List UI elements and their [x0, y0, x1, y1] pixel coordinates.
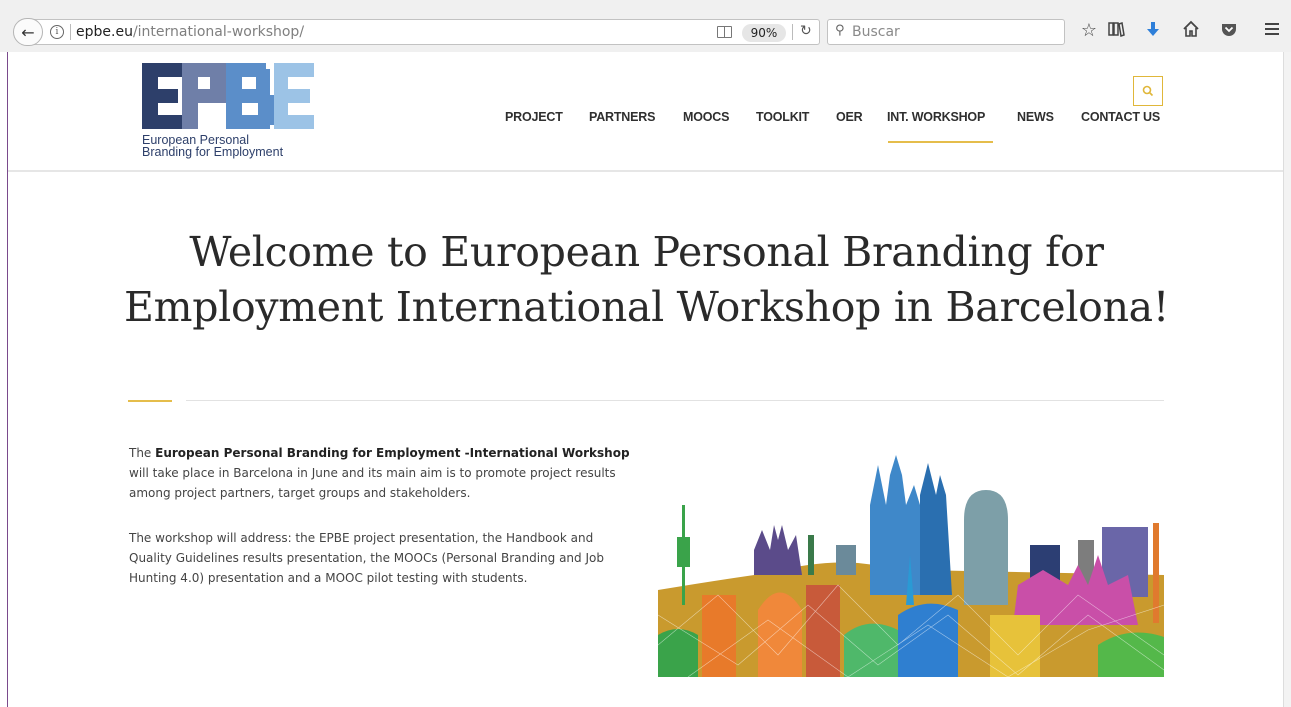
title-divider	[186, 400, 1164, 401]
epbe-logo-mark	[142, 63, 314, 129]
nav-active-underline	[888, 141, 993, 143]
reload-icon[interactable]: ↻	[800, 23, 812, 39]
intro-paragraph: The European Personal Branding for Emplo…	[129, 443, 639, 503]
bookmark-star-icon[interactable]: ☆	[1077, 20, 1101, 42]
info-icon[interactable]: i	[50, 25, 64, 39]
logo-caption-line2: Branding for Employment	[142, 145, 284, 159]
menu-hamburger-icon[interactable]	[1260, 20, 1284, 44]
downloads-icon[interactable]	[1141, 20, 1165, 44]
nav-int-workshop[interactable]: INT. WORKSHOP	[887, 110, 985, 128]
site-header: European Personal Branding for Employmen…	[8, 52, 1283, 172]
browser-search-field[interactable]: ⚲ Buscar	[827, 19, 1065, 45]
barcelona-skyline-image	[658, 455, 1164, 677]
reader-view-icon[interactable]	[717, 26, 732, 38]
zoom-level-button[interactable]: 90%	[742, 24, 786, 42]
nav-partners[interactable]: PARTNERS	[589, 110, 655, 128]
page-title: Welcome to European Personal Branding fo…	[124, 228, 1169, 331]
title-accent-line	[128, 400, 172, 402]
site-search-button[interactable]	[1133, 76, 1163, 106]
back-button[interactable]: ←	[13, 18, 43, 46]
logo-caption: European Personal Branding for Employmen…	[142, 134, 284, 159]
intro-rest: will take place in Barcelona in June and…	[129, 466, 616, 500]
intro-prefix: The	[129, 446, 156, 460]
nav-moocs[interactable]: MOOCS	[683, 110, 729, 128]
url-bar[interactable]: i epbe.eu/international-workshop/ 90% ↻	[30, 19, 820, 45]
home-icon[interactable]	[1179, 20, 1203, 44]
epbe-logo[interactable]: European Personal Branding for Employmen…	[142, 63, 322, 163]
arrow-left-icon: ←	[21, 22, 35, 42]
url-text[interactable]: epbe.eu/international-workshop/	[76, 24, 304, 40]
nav-contact-us[interactable]: CONTACT US	[1081, 110, 1160, 128]
search-icon: ⚲	[835, 23, 845, 38]
search-placeholder: Buscar	[852, 24, 900, 40]
nav-oer[interactable]: OER	[836, 110, 863, 128]
url-separator	[70, 24, 71, 40]
url-separator-2	[792, 24, 793, 40]
page-scrollbar[interactable]	[1283, 52, 1291, 707]
url-path: /international-workshop/	[132, 24, 305, 40]
nav-toolkit[interactable]: TOOLKIT	[756, 110, 809, 128]
workshop-paragraph: The workshop will address: the EPBE proj…	[129, 531, 604, 585]
search-icon	[1142, 85, 1154, 97]
nav-project[interactable]: PROJECT	[505, 110, 563, 128]
pocket-icon[interactable]	[1217, 20, 1241, 44]
bookmarks-library-icon[interactable]	[1104, 20, 1128, 44]
browser-toolbar: i epbe.eu/international-workshop/ 90% ↻ …	[0, 0, 1291, 52]
nav-news[interactable]: NEWS	[1017, 110, 1054, 128]
intro-bold: European Personal Branding for Employmen…	[155, 446, 630, 460]
url-domain: epbe.eu	[76, 24, 133, 40]
